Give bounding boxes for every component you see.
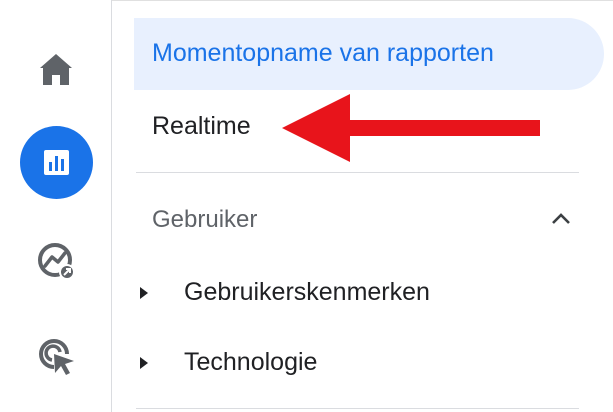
caret-right-icon <box>140 357 148 369</box>
nav-item-user-attributes[interactable]: Gebruikerskenmerken <box>134 266 604 322</box>
nav-item-label: Realtime <box>152 112 251 140</box>
advertising-icon[interactable] <box>34 334 80 380</box>
nav-item-report-snapshot[interactable]: Momentopname van rapporten <box>134 18 604 90</box>
home-icon[interactable] <box>38 51 74 87</box>
section-label: Gebruiker <box>152 206 258 233</box>
nav-item-label: Gebruikerskenmerken <box>184 278 430 306</box>
section-header-user[interactable]: Gebruiker <box>134 190 604 250</box>
left-nav-rail <box>0 0 112 412</box>
nav-item-technology[interactable]: Technologie <box>134 336 604 392</box>
divider <box>136 172 579 173</box>
chevron-up-icon <box>552 213 570 224</box>
divider <box>136 408 579 409</box>
nav-item-label: Momentopname van rapporten <box>152 39 494 67</box>
nav-item-label: Technologie <box>184 348 318 376</box>
reports-icon[interactable] <box>20 126 93 199</box>
annotation-arrow-icon <box>282 94 540 162</box>
explore-icon[interactable] <box>35 239 79 283</box>
caret-right-icon <box>140 287 148 299</box>
